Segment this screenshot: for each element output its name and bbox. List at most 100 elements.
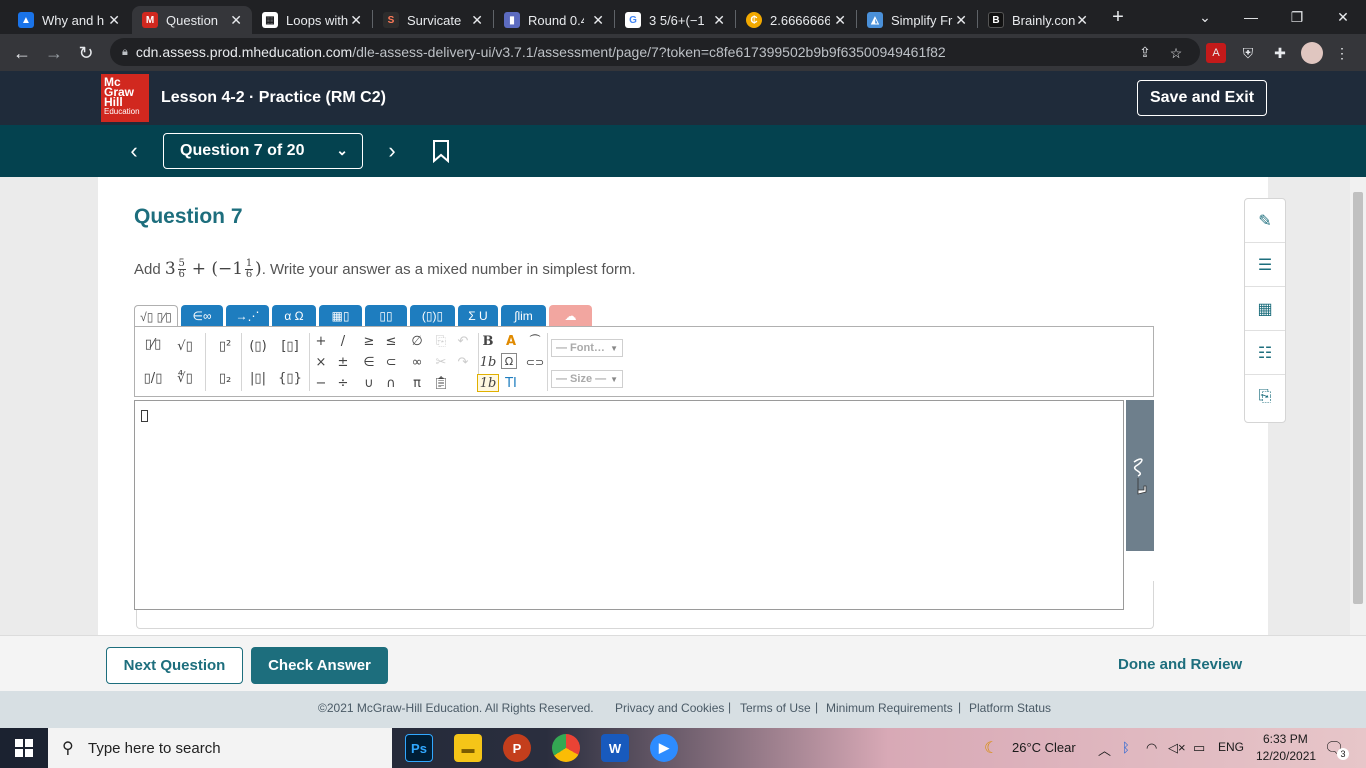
terms-link[interactable]: Terms of Use — [740, 701, 811, 715]
redo-icon[interactable]: ↷ — [453, 353, 473, 371]
shield-extension-icon[interactable]: ⛨ — [1238, 43, 1258, 63]
greater-equal-icon[interactable]: ≥ — [359, 332, 379, 350]
address-bar[interactable]: 🔒︎ cdn.assess.prod.mheducation.com/dle-a… — [110, 38, 1200, 66]
requirements-link[interactable]: Minimum Requirements — [826, 701, 953, 715]
platform-status-link[interactable]: Platform Status — [969, 701, 1051, 715]
powerpoint-icon[interactable]: P — [503, 734, 531, 762]
absolute-value-icon[interactable]: |▯| — [248, 369, 268, 387]
clock-time[interactable]: 6:33 PM — [1263, 732, 1308, 746]
wifi-icon[interactable]: ◠ — [1146, 740, 1157, 756]
scrollbar[interactable] — [1350, 177, 1366, 635]
square-root-icon[interactable]: √▯ — [175, 337, 195, 355]
editor-tab-calculus[interactable]: ∫lim — [501, 305, 546, 327]
editor-tab-matrices[interactable]: ▦▯ — [319, 305, 362, 327]
editor-tab-operators[interactable]: Σ U — [458, 305, 498, 327]
language-indicator[interactable]: ENG — [1218, 740, 1244, 754]
browser-tab[interactable]: ₵ 2.6666666 ✕ — [736, 6, 856, 34]
parentheses-icon[interactable]: (▯) — [248, 337, 268, 355]
close-tab-icon[interactable]: ✕ — [592, 12, 604, 29]
subscript-icon[interactable]: ▯₂ — [215, 369, 235, 387]
subset-icon[interactable]: ⊂ — [381, 353, 401, 371]
equation-input-area[interactable] — [134, 400, 1124, 610]
scrollbar-thumb[interactable] — [1353, 192, 1363, 604]
previous-question-icon[interactable]: ‹ — [122, 137, 146, 165]
nth-root-icon[interactable]: ∜▯ — [175, 369, 195, 387]
close-tab-icon[interactable]: ✕ — [350, 12, 362, 29]
browser-tab[interactable]: ▦ Loops with ✕ — [252, 6, 372, 34]
editor-tab-brackets[interactable]: (▯)▯ — [410, 305, 455, 327]
battery-icon[interactable]: ▭ — [1193, 740, 1205, 756]
slash-fraction-icon[interactable]: ▯/▯ — [143, 369, 163, 387]
ruby-text-icon[interactable]: ⏜ — [525, 332, 545, 350]
text-color-icon[interactable]: A — [501, 332, 521, 350]
zoom-icon[interactable]: ▶ — [650, 734, 678, 762]
paste-icon[interactable]: 📋︎ — [431, 374, 451, 392]
browser-tab[interactable]: ◭ Simplify Fr ✕ — [857, 6, 977, 34]
union-icon[interactable]: ∪ — [359, 374, 379, 392]
link-icon[interactable]: ⊂⊃ — [525, 353, 545, 371]
extensions-puzzle-icon[interactable]: ✚ — [1270, 43, 1290, 63]
restore-icon[interactable]: ❐ — [1274, 0, 1320, 34]
editor-tab-arrows[interactable]: →⋰ — [226, 305, 269, 327]
divide-slash-icon[interactable]: / — [333, 332, 353, 350]
pi-icon[interactable]: π — [407, 374, 427, 392]
close-window-icon[interactable]: ✕ — [1320, 0, 1366, 34]
element-of-icon[interactable]: ∈ — [359, 353, 379, 371]
line-reader-icon[interactable]: ☷ — [1245, 331, 1285, 375]
braces-icon[interactable]: {▯} — [278, 369, 302, 387]
done-and-review-link[interactable]: Done and Review — [1118, 656, 1242, 673]
browser-tab[interactable]: ▮ Round 0.4 ✕ — [494, 6, 614, 34]
browser-tab[interactable]: ▲ Why and h ✕ — [8, 6, 130, 34]
pdf-extension-icon[interactable]: A — [1206, 43, 1226, 63]
font-dropdown[interactable]: — Font… ▼ — [551, 339, 623, 357]
close-tab-icon[interactable]: ✕ — [471, 12, 483, 29]
forward-icon[interactable]: → — [40, 39, 68, 67]
close-tab-icon[interactable]: ✕ — [955, 12, 967, 29]
infinity-icon[interactable]: ∞ — [407, 353, 427, 371]
weather-text[interactable]: 26°C Clear — [1012, 740, 1076, 755]
math-mode-icon[interactable]: 1b — [477, 374, 499, 392]
share-icon[interactable]: ⇪ — [1135, 42, 1155, 62]
editor-tab-sets[interactable]: ∈∞ — [181, 305, 223, 327]
browser-tab[interactable]: G 3 5/6+(−1 ✕ — [615, 6, 735, 34]
check-answer-button[interactable]: Check Answer — [251, 647, 388, 684]
brackets-icon[interactable]: [▯] — [280, 337, 300, 355]
pencil-icon[interactable]: ✎ — [1245, 199, 1285, 243]
browser-tab[interactable]: B Brainly.con ✕ — [978, 6, 1098, 34]
bold-icon[interactable]: B — [478, 332, 498, 350]
save-and-exit-button[interactable]: Save and Exit — [1137, 80, 1267, 116]
undo-icon[interactable]: ↶ — [453, 332, 473, 350]
intersection-icon[interactable]: ∩ — [381, 374, 401, 392]
plus-icon[interactable]: + — [311, 332, 331, 350]
next-question-icon[interactable]: › — [380, 137, 404, 165]
italic-style-icon[interactable]: 1b — [478, 353, 498, 371]
cut-icon[interactable]: ✂ — [431, 353, 451, 371]
browser-tab[interactable]: S Survicate ✕ — [373, 6, 493, 34]
less-equal-icon[interactable]: ≤ — [381, 332, 401, 350]
weather-moon-icon[interactable]: ☾ — [984, 738, 998, 758]
lock-icon[interactable]: 🔒︎ — [122, 46, 128, 59]
question-selector[interactable]: Question 7 of 20 ⌄ — [163, 133, 363, 169]
special-char-icon[interactable]: Ω — [501, 353, 517, 369]
photoshop-icon[interactable]: Ps — [405, 734, 433, 762]
text-mode-icon[interactable]: TI — [501, 374, 521, 392]
notes-icon[interactable]: ☰ — [1245, 243, 1285, 287]
fraction-icon[interactable]: ▯⁄▯ — [143, 335, 163, 353]
bookmark-star-icon[interactable]: ☆ — [1166, 43, 1186, 63]
handwriting-panel-toggle[interactable] — [1126, 400, 1154, 551]
copy-icon[interactable]: ⎘ — [431, 332, 451, 350]
editor-tab-scripts[interactable]: ▯▯ — [365, 305, 407, 327]
empty-set-icon[interactable]: ∅ — [407, 332, 427, 350]
close-tab-icon[interactable]: ✕ — [108, 12, 120, 29]
bluetooth-icon[interactable]: ᛒ — [1122, 740, 1130, 755]
calculator-icon[interactable]: ▦ — [1245, 287, 1285, 331]
new-tab-icon[interactable]: + — [1100, 0, 1136, 34]
minimize-icon[interactable]: — — [1228, 0, 1274, 34]
browser-menu-icon[interactable]: ⋮ — [1332, 43, 1352, 63]
chrome-icon[interactable] — [552, 734, 580, 762]
back-icon[interactable]: ← — [8, 39, 36, 67]
close-tab-icon[interactable]: ✕ — [713, 12, 725, 29]
editor-tab-fractions[interactable]: √▯ ▯⁄▯ — [134, 305, 178, 328]
text-to-speech-icon[interactable]: ⎘ — [1245, 375, 1285, 419]
superscript-icon[interactable]: ▯² — [215, 337, 235, 355]
